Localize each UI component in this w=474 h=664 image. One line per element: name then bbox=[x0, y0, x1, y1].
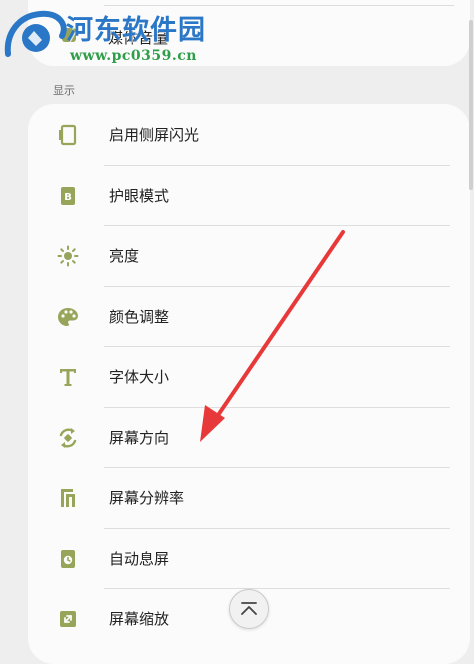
screen-zoom-icon bbox=[60, 611, 76, 627]
watermark-url: www.pc0359.cn bbox=[70, 48, 197, 64]
menu-item-eye-comfort[interactable]: B 护眼模式 bbox=[28, 166, 470, 226]
menu-item-label: 自动息屏 bbox=[109, 550, 170, 568]
resolution-icon bbox=[61, 489, 75, 507]
chevron-up-icon bbox=[241, 602, 257, 615]
menu-item-label: 颜色调整 bbox=[109, 308, 170, 326]
watermark-title: 河东软件园 bbox=[66, 15, 206, 46]
menu-item-font-size[interactable]: 字体大小 bbox=[28, 347, 470, 407]
menu-item-label: 启用侧屏闪光 bbox=[109, 126, 200, 144]
font-size-icon bbox=[60, 369, 76, 386]
menu-item-label: 护眼模式 bbox=[109, 187, 170, 205]
watermark-logo-icon bbox=[4, 10, 67, 57]
eye-comfort-icon: B bbox=[61, 187, 75, 205]
section-header-display: 显示 bbox=[53, 84, 75, 97]
menu-item-label: 屏幕方向 bbox=[109, 429, 170, 447]
svg-text:B: B bbox=[64, 192, 72, 203]
scroll-to-top-button[interactable] bbox=[229, 589, 269, 629]
watermark: 河东软件园 www.pc0359.cn bbox=[0, 0, 215, 74]
menu-item-label: 字体大小 bbox=[109, 368, 170, 386]
menu-item-screen-orientation[interactable]: 屏幕方向 bbox=[28, 408, 470, 468]
menu-item-label: 亮度 bbox=[109, 247, 140, 265]
rotate-icon bbox=[59, 428, 77, 448]
menu-item-edge-flash[interactable]: 启用侧屏闪光 bbox=[28, 105, 470, 165]
menu-item-resolution[interactable]: 屏幕分辨率 bbox=[28, 468, 470, 528]
scrollbar[interactable] bbox=[469, 20, 473, 190]
edge-flash-icon bbox=[59, 124, 77, 146]
palette-icon bbox=[58, 308, 78, 326]
menu-item-label: 屏幕缩放 bbox=[109, 610, 170, 628]
screen-timeout-icon bbox=[61, 550, 75, 568]
brightness-icon bbox=[57, 245, 79, 267]
menu-item-color-adjust[interactable]: 颜色调整 bbox=[28, 287, 470, 347]
menu-item-brightness[interactable]: 亮度 bbox=[28, 226, 470, 286]
menu-item-label: 屏幕分辨率 bbox=[109, 489, 185, 507]
menu-item-screen-timeout[interactable]: 自动息屏 bbox=[28, 529, 470, 589]
